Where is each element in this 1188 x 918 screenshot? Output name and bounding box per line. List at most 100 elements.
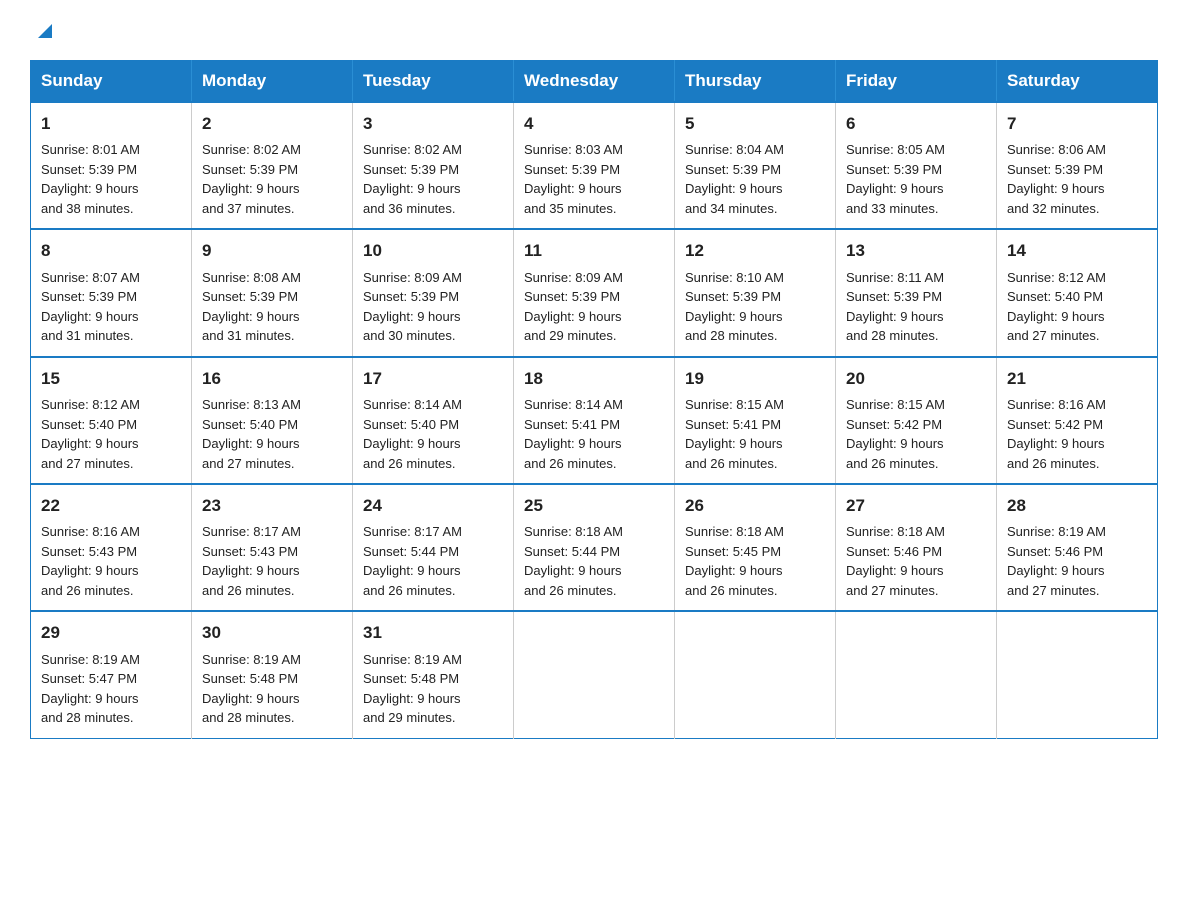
calendar-day-cell: 3 Sunrise: 8:02 AMSunset: 5:39 PMDaylight… <box>353 102 514 229</box>
page-header <box>30 20 1158 42</box>
day-number: 16 <box>202 366 342 392</box>
day-info: Sunrise: 8:11 AMSunset: 5:39 PMDaylight:… <box>846 268 986 346</box>
calendar-day-cell: 11Sunrise: 8:09 AMSunset: 5:39 PMDayligh… <box>514 229 675 356</box>
calendar-week-row: 29 Sunrise: 8:19 AMSunset: 5:47 PMDayligh… <box>31 611 1158 738</box>
day-info: Sunrise: 8:16 AMSunset: 5:43 PMDaylight:… <box>41 522 181 600</box>
calendar-day-cell: 24Sunrise: 8:17 AMSunset: 5:44 PMDayligh… <box>353 484 514 611</box>
calendar-week-row: 8 Sunrise: 8:07 AMSunset: 5:39 PMDaylight… <box>31 229 1158 356</box>
day-info: Sunrise: 8:16 AMSunset: 5:42 PMDaylight:… <box>1007 395 1147 473</box>
calendar-day-cell: 14 Sunrise: 8:12 AMSunset: 5:40 PMDayligh… <box>997 229 1158 356</box>
day-info: Sunrise: 8:14 AMSunset: 5:40 PMDaylight:… <box>363 395 503 473</box>
calendar-day-cell: 23Sunrise: 8:17 AMSunset: 5:43 PMDayligh… <box>192 484 353 611</box>
calendar-day-cell: 8 Sunrise: 8:07 AMSunset: 5:39 PMDaylight… <box>31 229 192 356</box>
day-number: 17 <box>363 366 503 392</box>
calendar-week-row: 15Sunrise: 8:12 AMSunset: 5:40 PMDayligh… <box>31 357 1158 484</box>
day-info: Sunrise: 8:18 AMSunset: 5:45 PMDaylight:… <box>685 522 825 600</box>
day-info: Sunrise: 8:18 AMSunset: 5:46 PMDaylight:… <box>846 522 986 600</box>
calendar-day-cell: 9 Sunrise: 8:08 AMSunset: 5:39 PMDaylight… <box>192 229 353 356</box>
empty-cell <box>675 611 836 738</box>
day-number: 14 <box>1007 238 1147 264</box>
day-number: 28 <box>1007 493 1147 519</box>
day-info: Sunrise: 8:19 AMSunset: 5:46 PMDaylight:… <box>1007 522 1147 600</box>
calendar-week-row: 1 Sunrise: 8:01 AMSunset: 5:39 PMDaylight… <box>31 102 1158 229</box>
calendar-day-cell: 21 Sunrise: 8:16 AMSunset: 5:42 PMDayligh… <box>997 357 1158 484</box>
day-number: 22 <box>41 493 181 519</box>
day-number: 25 <box>524 493 664 519</box>
calendar-day-cell: 16 Sunrise: 8:13 AMSunset: 5:40 PMDayligh… <box>192 357 353 484</box>
day-number: 4 <box>524 111 664 137</box>
day-number: 10 <box>363 238 503 264</box>
calendar-day-cell: 12 Sunrise: 8:10 AMSunset: 5:39 PMDayligh… <box>675 229 836 356</box>
calendar-week-row: 22 Sunrise: 8:16 AMSunset: 5:43 PMDayligh… <box>31 484 1158 611</box>
day-number: 12 <box>685 238 825 264</box>
calendar-day-cell: 29 Sunrise: 8:19 AMSunset: 5:47 PMDayligh… <box>31 611 192 738</box>
day-number: 15 <box>41 366 181 392</box>
day-number: 30 <box>202 620 342 646</box>
day-number: 5 <box>685 111 825 137</box>
day-number: 20 <box>846 366 986 392</box>
calendar-day-cell: 15Sunrise: 8:12 AMSunset: 5:40 PMDayligh… <box>31 357 192 484</box>
day-header-monday: Monday <box>192 61 353 103</box>
logo <box>30 20 56 42</box>
day-info: Sunrise: 8:02 AMSunset: 5:39 PMDaylight:… <box>363 140 503 218</box>
day-info: Sunrise: 8:18 AMSunset: 5:44 PMDaylight:… <box>524 522 664 600</box>
calendar-day-cell: 4 Sunrise: 8:03 AMSunset: 5:39 PMDaylight… <box>514 102 675 229</box>
day-header-wednesday: Wednesday <box>514 61 675 103</box>
empty-cell <box>997 611 1158 738</box>
day-info: Sunrise: 8:19 AMSunset: 5:47 PMDaylight:… <box>41 650 181 728</box>
day-number: 1 <box>41 111 181 137</box>
day-info: Sunrise: 8:19 AMSunset: 5:48 PMDaylight:… <box>363 650 503 728</box>
calendar-day-cell: 25 Sunrise: 8:18 AMSunset: 5:44 PMDayligh… <box>514 484 675 611</box>
day-header-saturday: Saturday <box>997 61 1158 103</box>
day-number: 27 <box>846 493 986 519</box>
day-info: Sunrise: 8:02 AMSunset: 5:39 PMDaylight:… <box>202 140 342 218</box>
day-number: 31 <box>363 620 503 646</box>
calendar-day-cell: 6Sunrise: 8:05 AMSunset: 5:39 PMDaylight… <box>836 102 997 229</box>
empty-cell <box>836 611 997 738</box>
calendar-day-cell: 28 Sunrise: 8:19 AMSunset: 5:46 PMDayligh… <box>997 484 1158 611</box>
day-info: Sunrise: 8:13 AMSunset: 5:40 PMDaylight:… <box>202 395 342 473</box>
day-number: 19 <box>685 366 825 392</box>
day-header-sunday: Sunday <box>31 61 192 103</box>
calendar-day-cell: 17 Sunrise: 8:14 AMSunset: 5:40 PMDayligh… <box>353 357 514 484</box>
day-info: Sunrise: 8:19 AMSunset: 5:48 PMDaylight:… <box>202 650 342 728</box>
day-info: Sunrise: 8:03 AMSunset: 5:39 PMDaylight:… <box>524 140 664 218</box>
calendar-day-cell: 7 Sunrise: 8:06 AMSunset: 5:39 PMDaylight… <box>997 102 1158 229</box>
day-info: Sunrise: 8:12 AMSunset: 5:40 PMDaylight:… <box>1007 268 1147 346</box>
day-info: Sunrise: 8:10 AMSunset: 5:39 PMDaylight:… <box>685 268 825 346</box>
calendar-day-cell: 22 Sunrise: 8:16 AMSunset: 5:43 PMDayligh… <box>31 484 192 611</box>
calendar-table: SundayMondayTuesdayWednesdayThursdayFrid… <box>30 60 1158 739</box>
day-info: Sunrise: 8:14 AMSunset: 5:41 PMDaylight:… <box>524 395 664 473</box>
day-number: 29 <box>41 620 181 646</box>
day-number: 21 <box>1007 366 1147 392</box>
day-number: 23 <box>202 493 342 519</box>
day-info: Sunrise: 8:07 AMSunset: 5:39 PMDaylight:… <box>41 268 181 346</box>
day-header-tuesday: Tuesday <box>353 61 514 103</box>
calendar-day-cell: 1 Sunrise: 8:01 AMSunset: 5:39 PMDaylight… <box>31 102 192 229</box>
day-info: Sunrise: 8:15 AMSunset: 5:42 PMDaylight:… <box>846 395 986 473</box>
day-number: 9 <box>202 238 342 264</box>
calendar-day-cell: 5 Sunrise: 8:04 AMSunset: 5:39 PMDaylight… <box>675 102 836 229</box>
calendar-day-cell: 10 Sunrise: 8:09 AMSunset: 5:39 PMDayligh… <box>353 229 514 356</box>
day-header-thursday: Thursday <box>675 61 836 103</box>
calendar-day-cell: 13Sunrise: 8:11 AMSunset: 5:39 PMDayligh… <box>836 229 997 356</box>
calendar-header-row: SundayMondayTuesdayWednesdayThursdayFrid… <box>31 61 1158 103</box>
day-number: 7 <box>1007 111 1147 137</box>
calendar-day-cell: 2 Sunrise: 8:02 AMSunset: 5:39 PMDaylight… <box>192 102 353 229</box>
day-number: 2 <box>202 111 342 137</box>
day-header-friday: Friday <box>836 61 997 103</box>
empty-cell <box>514 611 675 738</box>
day-info: Sunrise: 8:06 AMSunset: 5:39 PMDaylight:… <box>1007 140 1147 218</box>
day-info: Sunrise: 8:01 AMSunset: 5:39 PMDaylight:… <box>41 140 181 218</box>
day-info: Sunrise: 8:09 AMSunset: 5:39 PMDaylight:… <box>363 268 503 346</box>
day-info: Sunrise: 8:04 AMSunset: 5:39 PMDaylight:… <box>685 140 825 218</box>
day-number: 3 <box>363 111 503 137</box>
day-info: Sunrise: 8:08 AMSunset: 5:39 PMDaylight:… <box>202 268 342 346</box>
day-number: 18 <box>524 366 664 392</box>
day-number: 6 <box>846 111 986 137</box>
day-number: 11 <box>524 238 664 264</box>
calendar-day-cell: 27 Sunrise: 8:18 AMSunset: 5:46 PMDayligh… <box>836 484 997 611</box>
day-number: 8 <box>41 238 181 264</box>
day-info: Sunrise: 8:15 AMSunset: 5:41 PMDaylight:… <box>685 395 825 473</box>
calendar-day-cell: 18 Sunrise: 8:14 AMSunset: 5:41 PMDayligh… <box>514 357 675 484</box>
